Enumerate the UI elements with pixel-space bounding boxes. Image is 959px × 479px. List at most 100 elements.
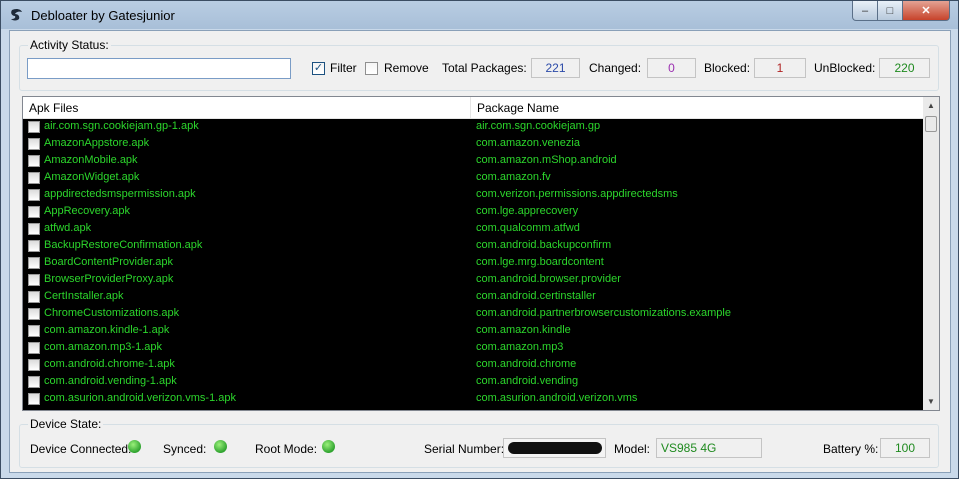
list-header: Apk Files Package Name — [23, 97, 923, 119]
remove-checkbox[interactable] — [365, 62, 378, 75]
package-name: com.android.partnerbrowsercustomizations… — [476, 307, 731, 319]
activity-status-label: Activity Status: — [28, 38, 111, 52]
window-title: Debloater by Gatesjunior — [31, 8, 175, 23]
row-checkbox[interactable] — [28, 291, 40, 303]
device-connected-label: Device Connected: — [30, 442, 132, 456]
scroll-thumb[interactable] — [925, 116, 937, 132]
list-item[interactable]: ChromeCustomizations.apk com.android.part… — [23, 306, 923, 323]
synced-label: Synced: — [163, 442, 207, 456]
device-state-label: Device State: — [28, 417, 104, 431]
package-name: com.lge.apprecovery — [476, 205, 579, 217]
device-connected-indicator — [128, 440, 141, 453]
row-checkbox[interactable] — [28, 308, 40, 320]
changed-value: 0 — [647, 58, 696, 78]
row-checkbox[interactable] — [28, 325, 40, 337]
unblocked-value: 220 — [879, 58, 930, 78]
row-checkbox[interactable] — [28, 393, 40, 405]
apk-file-name: com.amazon.kindle-1.apk — [44, 324, 170, 336]
battery-label: Battery %: — [823, 442, 879, 456]
scroll-down-icon[interactable]: ▼ — [923, 393, 939, 410]
minimize-button[interactable]: – — [852, 1, 878, 21]
app-window: Debloater by Gatesjunior – □ ✕ Activity … — [0, 0, 959, 479]
list-item[interactable]: com.asurion.android.verizon.vms-1.apk com… — [23, 391, 923, 408]
list-item[interactable]: BrowserProviderProxy.apk com.android.brow… — [23, 272, 923, 289]
row-checkbox[interactable] — [28, 172, 40, 184]
column-header-package[interactable]: Package Name — [477, 101, 559, 115]
package-name: com.amazon.venezia — [476, 137, 580, 149]
filter-checkbox[interactable]: ✓ — [312, 62, 325, 75]
maximize-icon: □ — [886, 4, 894, 17]
apk-file-name: BoardContentProvider.apk — [44, 256, 174, 268]
list-item[interactable]: AmazonWidget.apk com.amazon.fv — [23, 170, 923, 187]
redacted-serial — [508, 442, 602, 454]
list-item[interactable]: com.android.chrome-1.apk com.android.chro… — [23, 357, 923, 374]
column-header-apk[interactable]: Apk Files — [29, 101, 78, 115]
list-item[interactable]: CertInstaller.apk com.android.certinstall… — [23, 289, 923, 306]
root-mode-indicator — [322, 440, 335, 453]
model-value: VS985 4G — [656, 438, 762, 458]
list-item[interactable]: BackupRestoreConfirmation.apk com.android… — [23, 238, 923, 255]
total-packages-value: 221 — [531, 58, 580, 78]
maximize-button[interactable]: □ — [877, 1, 903, 21]
client-area: Activity Status: ✓ Filter Remove Total P… — [9, 30, 951, 473]
root-mode-label: Root Mode: — [255, 442, 318, 456]
apk-file-name: BrowserProviderProxy.apk — [44, 273, 174, 285]
close-button[interactable]: ✕ — [902, 1, 950, 21]
vertical-scrollbar[interactable]: ▲ ▼ — [923, 97, 939, 410]
unblocked-label: UnBlocked: — [814, 61, 876, 75]
package-name: com.amazon.mp3 — [476, 341, 564, 353]
row-checkbox[interactable] — [28, 274, 40, 286]
row-checkbox[interactable] — [28, 155, 40, 167]
package-name: com.lge.mrg.boardcontent — [476, 256, 604, 268]
package-name: com.android.chrome — [476, 358, 577, 370]
apk-file-name: com.amazon.mp3-1.apk — [44, 341, 162, 353]
package-list[interactable]: Apk Files Package Name air.com.sgn.cooki… — [22, 96, 940, 411]
scroll-up-icon[interactable]: ▲ — [923, 97, 939, 114]
apk-file-name: CertInstaller.apk — [44, 290, 124, 302]
total-packages-label: Total Packages: — [442, 61, 527, 75]
row-checkbox[interactable] — [28, 359, 40, 371]
check-icon: ✓ — [313, 62, 324, 74]
package-name: com.amazon.kindle — [476, 324, 571, 336]
list-item[interactable]: atfwd.apk com.qualcomm.atfwd — [23, 221, 923, 238]
row-checkbox[interactable] — [28, 257, 40, 269]
row-checkbox[interactable] — [28, 138, 40, 150]
battery-value: 100 — [880, 438, 930, 458]
column-divider[interactable] — [470, 97, 471, 118]
package-name: com.android.certinstaller — [476, 290, 596, 302]
row-checkbox[interactable] — [28, 189, 40, 201]
apk-file-name: AppRecovery.apk — [44, 205, 131, 217]
close-icon: ✕ — [921, 5, 931, 17]
apk-file-name: ChromeCustomizations.apk — [44, 307, 180, 319]
list-item[interactable]: AmazonMobile.apk com.amazon.mShop.android — [23, 153, 923, 170]
activity-status-input[interactable] — [27, 58, 291, 79]
list-item[interactable]: AppRecovery.apk com.lge.apprecovery — [23, 204, 923, 221]
minimize-icon: – — [861, 4, 869, 17]
package-name: com.asurion.android.verizon.vms — [476, 392, 638, 404]
apk-file-name: AmazonAppstore.apk — [44, 137, 150, 149]
apk-file-name: appdirectedsmspermission.apk — [44, 188, 196, 200]
apk-file-name: atfwd.apk — [44, 222, 92, 234]
row-checkbox[interactable] — [28, 206, 40, 218]
list-item[interactable]: com.amazon.mp3-1.apk com.amazon.mp3 — [23, 340, 923, 357]
row-checkbox[interactable] — [28, 376, 40, 388]
list-item[interactable]: com.android.vending-1.apk com.android.ven… — [23, 374, 923, 391]
list-item[interactable]: AmazonAppstore.apk com.amazon.venezia — [23, 136, 923, 153]
package-name: com.amazon.fv — [476, 171, 551, 183]
apk-file-name: AmazonMobile.apk — [44, 154, 138, 166]
row-checkbox[interactable] — [28, 223, 40, 235]
apk-file-name: com.android.chrome-1.apk — [44, 358, 175, 370]
row-checkbox[interactable] — [28, 121, 40, 133]
row-checkbox[interactable] — [28, 342, 40, 354]
list-item[interactable]: appdirectedsmspermission.apk com.verizon.… — [23, 187, 923, 204]
title-bar[interactable]: Debloater by Gatesjunior – □ ✕ — [1, 1, 958, 29]
list-item[interactable]: BoardContentProvider.apk com.lge.mrg.boar… — [23, 255, 923, 272]
row-checkbox[interactable] — [28, 240, 40, 252]
blocked-value: 1 — [754, 58, 806, 78]
package-name: air.com.sgn.cookiejam.gp — [476, 120, 601, 132]
package-name: com.qualcomm.atfwd — [476, 222, 580, 234]
apk-file-name: com.android.vending-1.apk — [44, 375, 177, 387]
list-item[interactable]: air.com.sgn.cookiejam.gp-1.apk air.com.sg… — [23, 119, 923, 136]
apk-file-name: AmazonWidget.apk — [44, 171, 140, 183]
list-item[interactable]: com.amazon.kindle-1.apk com.amazon.kindle — [23, 323, 923, 340]
